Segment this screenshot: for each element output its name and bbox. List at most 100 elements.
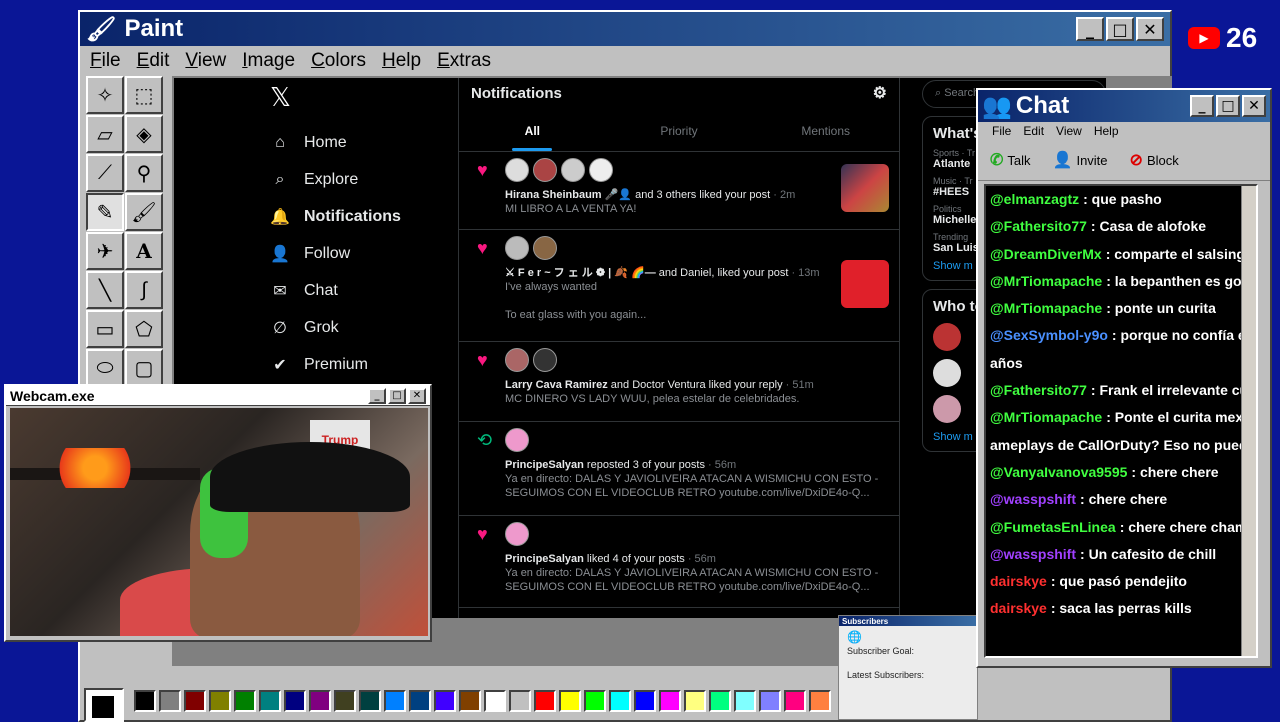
palette-swatch[interactable]: [659, 690, 681, 712]
avatar[interactable]: [533, 348, 557, 372]
invite-button[interactable]: 👤 Invite: [1053, 150, 1108, 170]
palette-swatch[interactable]: [534, 690, 556, 712]
palette-swatch[interactable]: [684, 690, 706, 712]
tab-mentions[interactable]: Mentions: [752, 108, 899, 151]
palette-swatch[interactable]: [484, 690, 506, 712]
rectangle-tool[interactable]: ▭: [86, 310, 124, 348]
chat-username[interactable]: @elmanzagtz: [990, 191, 1079, 207]
close-button[interactable]: ✕: [408, 387, 426, 404]
eraser-tool[interactable]: ▱: [86, 115, 124, 153]
close-button[interactable]: ✕: [1136, 17, 1164, 41]
menu-extras[interactable]: Extras: [437, 50, 491, 72]
notification-item[interactable]: ⟲ PrincipeSalyan reposted 3 of your posts…: [459, 422, 899, 516]
avatar[interactable]: [533, 158, 557, 182]
maximize-button[interactable]: □: [388, 387, 406, 404]
palette-swatch[interactable]: [259, 690, 281, 712]
polygon-tool[interactable]: ⬠: [125, 310, 163, 348]
chat-username[interactable]: @Fathersito77: [990, 382, 1087, 398]
notification-item[interactable]: ♥ PrincipeSalyan liked 4 of your posts · …: [459, 516, 899, 608]
tab-all[interactable]: All: [459, 108, 606, 151]
chat-username[interactable]: dairskye: [990, 600, 1047, 616]
avatar[interactable]: [589, 158, 613, 182]
nav-item-grok[interactable]: ∅ Grok: [270, 309, 401, 346]
menu-colors[interactable]: Colors: [311, 50, 366, 72]
menu-view[interactable]: View: [185, 50, 226, 72]
palette-swatch[interactable]: [184, 690, 206, 712]
notification-actor[interactable]: PrincipeSalyan: [505, 553, 584, 565]
nav-item-premium[interactable]: ✔ Premium: [270, 346, 401, 383]
chat-menu-edit[interactable]: Edit: [1023, 124, 1044, 138]
talk-button[interactable]: ✆ Talk: [990, 150, 1031, 170]
avatar[interactable]: [505, 522, 529, 546]
chat-username[interactable]: @wasspshift: [990, 491, 1076, 507]
paint-titlebar[interactable]: 🖌 Paint _ □ ✕: [80, 12, 1170, 46]
maximize-button[interactable]: □: [1216, 95, 1240, 117]
avatar[interactable]: [933, 323, 961, 351]
notification-item[interactable]: ♥ ⚔ F e r ~ フ ェ ル ❁ | 🍂 🌈— and Daniel, li…: [459, 230, 899, 342]
palette-swatch[interactable]: [809, 690, 831, 712]
chat-username[interactable]: @DreamDiverMx: [990, 246, 1102, 262]
palette-swatch[interactable]: [359, 690, 381, 712]
minimize-button[interactable]: _: [1190, 95, 1214, 117]
magnifier-tool[interactable]: ⚲: [125, 154, 163, 192]
palette-swatch[interactable]: [159, 690, 181, 712]
nav-item-home[interactable]: ⌂ Home: [270, 124, 401, 161]
chat-menu-help[interactable]: Help: [1094, 124, 1119, 138]
nav-item-follow[interactable]: 👤 Follow: [270, 235, 401, 272]
tab-priority[interactable]: Priority: [606, 108, 753, 151]
notification-item[interactable]: ♥ Hirana Sheinbaum 🎤👤 and 3 others liked …: [459, 152, 899, 230]
palette-swatch[interactable]: [759, 690, 781, 712]
chat-username[interactable]: @MrTiomapache: [990, 409, 1102, 425]
close-button[interactable]: ✕: [1242, 95, 1266, 117]
chat-username[interactable]: @MrTiomapache: [990, 300, 1102, 316]
webcam-titlebar[interactable]: Webcam.exe _ □ ✕: [6, 386, 430, 406]
chat-username[interactable]: @wasspshift: [990, 546, 1076, 562]
chat-menu-view[interactable]: View: [1056, 124, 1082, 138]
x-logo-icon[interactable]: 𝕏: [270, 82, 291, 113]
menu-help[interactable]: Help: [382, 50, 421, 72]
palette-swatch[interactable]: [209, 690, 231, 712]
rect-select-tool[interactable]: ⬚: [125, 76, 163, 114]
airbrush-tool[interactable]: ✈: [86, 232, 124, 270]
chat-username[interactable]: @FumetasEnLinea: [990, 519, 1116, 535]
ellipse-tool[interactable]: ⬭: [86, 349, 124, 387]
avatar[interactable]: [505, 158, 529, 182]
menu-image[interactable]: Image: [242, 50, 295, 72]
minimize-button[interactable]: _: [1076, 17, 1104, 41]
palette-swatch[interactable]: [509, 690, 531, 712]
notification-actor[interactable]: PrincipeSalyan: [505, 459, 584, 471]
post-thumbnail[interactable]: [841, 260, 889, 308]
palette-swatch[interactable]: [384, 690, 406, 712]
text-tool[interactable]: A: [125, 232, 163, 270]
brush-tool[interactable]: 🖌: [125, 193, 163, 231]
palette-swatch[interactable]: [459, 690, 481, 712]
palette-swatch[interactable]: [709, 690, 731, 712]
chat-scrollbar[interactable]: [1241, 186, 1256, 656]
rounded-rect-tool[interactable]: ▢: [125, 349, 163, 387]
subscribers-titlebar[interactable]: Subscribers: [839, 616, 977, 626]
chat-username[interactable]: @Fathersito77: [990, 218, 1087, 234]
palette-swatch[interactable]: [309, 690, 331, 712]
pencil-tool[interactable]: ✎: [86, 193, 124, 231]
avatar[interactable]: [505, 348, 529, 372]
maximize-button[interactable]: □: [1106, 17, 1134, 41]
nav-item-notifications[interactable]: 🔔 Notifications: [270, 198, 401, 235]
minimize-button[interactable]: _: [368, 387, 386, 404]
menu-edit[interactable]: Edit: [137, 50, 170, 72]
palette-swatch[interactable]: [784, 690, 806, 712]
palette-swatch[interactable]: [634, 690, 656, 712]
notification-actor[interactable]: Larry Cava Ramirez: [505, 379, 608, 391]
chat-username[interactable]: @MrTiomapache: [990, 273, 1102, 289]
chat-username[interactable]: @SexSymbol-y9o: [990, 327, 1108, 343]
free-select-tool[interactable]: ✧: [86, 76, 124, 114]
avatar[interactable]: [561, 158, 585, 182]
nav-item-explore[interactable]: ⌕ Explore: [270, 161, 401, 198]
palette-swatch[interactable]: [284, 690, 306, 712]
notification-actor[interactable]: ⚔ F e r ~ フ ェ ル ❁ | 🍂 🌈—: [505, 267, 656, 279]
palette-swatch[interactable]: [409, 690, 431, 712]
palette-swatch[interactable]: [559, 690, 581, 712]
color-picker-tool[interactable]: ⟋: [86, 154, 124, 192]
palette-swatch[interactable]: [734, 690, 756, 712]
block-button[interactable]: ⊘ Block: [1130, 150, 1179, 170]
palette-swatch[interactable]: [584, 690, 606, 712]
